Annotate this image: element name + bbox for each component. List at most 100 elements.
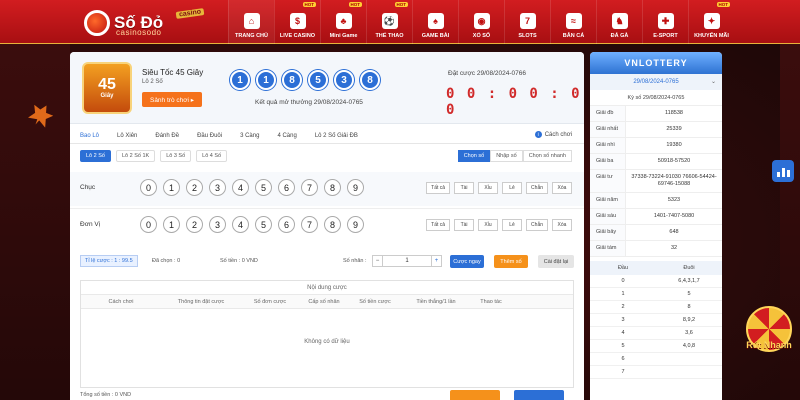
quick-select-button[interactable]: Lẻ [502, 182, 523, 194]
quick-select-button[interactable]: Xóa [552, 182, 572, 194]
nav-item[interactable]: $ LIVE CASINO HOT [274, 0, 320, 44]
mini-game-icon: ♣ [335, 13, 352, 29]
nav-item[interactable]: ✦ KHUYẾN MÃI HOT [688, 0, 734, 44]
nav-item-label: TRANG CHỦ [235, 33, 268, 39]
bet-now-button[interactable]: Cược ngay [450, 255, 484, 268]
reset-button[interactable]: Cài đặt lại [538, 255, 574, 268]
subtab-lo-type[interactable]: Lô 2 Số [80, 150, 111, 162]
nav-item[interactable]: ≈ BẮN CÁ [550, 0, 596, 44]
head-value: 3 [621, 317, 625, 323]
nav-item[interactable]: ♠ GAME BÀI [412, 0, 458, 44]
number-ball[interactable]: 4 [232, 216, 249, 233]
number-ball[interactable]: 4 [232, 179, 249, 196]
tab-bet-type[interactable]: 3 Càng [240, 133, 259, 139]
multiplier-input[interactable]: 1 [383, 255, 431, 267]
game-title: Siêu Tốc 45 Giây [142, 68, 204, 77]
nav-item[interactable]: ✚ E-SPORT [642, 0, 688, 44]
tab-bet-type[interactable]: 4 Càng [277, 133, 296, 139]
main-betting-panel: 45 Giây Siêu Tốc 45 Giây Lô 2 Số Sảnh tr… [70, 52, 584, 400]
hot-badge: HOT [394, 2, 408, 7]
quick-select-button[interactable]: Xóa [552, 219, 572, 231]
number-ball[interactable]: 1 [163, 179, 180, 196]
prize-value: 37338-73224-91030 76606-54424-69746-1508… [631, 174, 717, 187]
number-ball[interactable]: 8 [324, 216, 341, 233]
quick-select-button[interactable]: Tài [454, 182, 475, 194]
subtab-lo-type[interactable]: Lô 2 Số 1K [115, 150, 156, 162]
number-ball[interactable]: 1 [163, 216, 180, 233]
head-tail-header: Đầu Đuôi [590, 261, 722, 275]
nav-item[interactable]: ⌂ TRANG CHỦ [228, 0, 274, 44]
number-ball[interactable]: 2 [186, 216, 203, 233]
multiplier-increase-button[interactable]: + [431, 255, 442, 267]
number-ball[interactable]: 0 [140, 179, 157, 196]
prize-value: 32 [670, 245, 678, 251]
game-lobby-button[interactable]: Sảnh trò chơi ▸ [142, 92, 202, 107]
number-ball[interactable]: 3 [209, 216, 226, 233]
tab-bet-type[interactable]: Đầu Đuôi [197, 133, 222, 139]
prize-value: 19380 [666, 142, 682, 148]
selection-mode-option[interactable]: Chọn số [457, 150, 491, 162]
subtab-lo-type[interactable]: Lô 3 Số [160, 150, 192, 162]
quick-select-button[interactable]: Xỉu [478, 219, 499, 231]
bet-table-column-header: Cấp số nhân [308, 298, 340, 305]
selection-mode-option[interactable]: Nhập số [490, 150, 523, 162]
number-ball[interactable]: 0 [140, 216, 157, 233]
period-select[interactable]: 29/08/2024-0765 ⌄ [590, 74, 722, 90]
prize-label: Giải đb [590, 106, 626, 121]
nav-item[interactable]: ⚽ THỂ THAO HOT [366, 0, 412, 44]
number-ball[interactable]: 5 [255, 216, 272, 233]
nav-item[interactable]: ♞ ĐÁ GÀ [596, 0, 642, 44]
result-ball: 1 [230, 70, 250, 90]
units-row: Đơn Vị 0123456789 Tất cả Tài Xỉu Lẻ Chẵn Xóa [70, 208, 584, 242]
nav-item[interactable]: ◉ XỔ SỐ [458, 0, 504, 44]
number-ball[interactable]: 2 [186, 179, 203, 196]
selection-mode-option[interactable]: Chọn số nhanh [522, 150, 572, 162]
number-ball[interactable]: 7 [301, 179, 318, 196]
tab-bet-type[interactable]: Lô Xiên [117, 133, 137, 139]
number-ball[interactable]: 6 [278, 179, 295, 196]
nav-item[interactable]: ♣ Mini Game HOT [320, 0, 366, 44]
head-value: 5 [621, 343, 625, 349]
prize-label: Giải nhất [590, 122, 626, 137]
units-quick-select: Tất cả Tài Xỉu Lẻ Chẵn Xóa [426, 219, 572, 231]
home-icon: ⌂ [243, 13, 260, 29]
prize-value: 118538 [665, 110, 683, 116]
tab-bet-type[interactable]: Đánh Đề [155, 133, 179, 139]
bet-content-table: Nội dung cược Cách chơi Thông tin đặt cượ… [80, 280, 574, 388]
site-logo[interactable]: Số Đỏ casinosodo casino [84, 8, 214, 38]
prize-row: Giải ba 50918-57520 [590, 154, 722, 170]
quick-select-button[interactable]: Tài [454, 219, 475, 231]
number-ball[interactable]: 3 [209, 179, 226, 196]
quick-select-button[interactable]: Tất cả [426, 182, 451, 194]
quick-select-button[interactable]: Chẵn [526, 182, 548, 194]
number-ball[interactable]: 5 [255, 179, 272, 196]
tab-bet-type[interactable]: Lô 2 Số Giải ĐB [315, 133, 358, 139]
number-ball[interactable]: 9 [347, 179, 364, 196]
footer-blue-button[interactable] [514, 390, 564, 400]
number-ball[interactable]: 6 [278, 216, 295, 233]
head-tail-row: 7 [590, 366, 722, 379]
quick-select-button[interactable]: Xỉu [478, 182, 499, 194]
hot-badge: HOT [302, 2, 316, 7]
add-number-button[interactable]: Thêm số [494, 255, 528, 268]
number-ball[interactable]: 9 [347, 216, 364, 233]
quick-withdraw-promo[interactable]: Rút Nhanh [740, 300, 798, 396]
stats-chart-button[interactable] [772, 160, 794, 182]
nav-item[interactable]: 7 SLOTS [504, 0, 550, 44]
tail-value: 3,6 [685, 330, 693, 336]
quick-select-button[interactable]: Tất cả [426, 219, 451, 231]
tens-label: Chục [80, 184, 96, 191]
how-to-play-label: Cách chơi [544, 131, 572, 138]
quick-select-button[interactable]: Lẻ [502, 219, 523, 231]
bet-type-tabs: Bao Lô Lô Xiên Đánh Đề Đầu Đuôi 3 Càng 4 Càng… [70, 128, 584, 144]
footer-orange-button[interactable] [450, 390, 500, 400]
number-ball[interactable]: 7 [301, 216, 318, 233]
how-to-play-link[interactable]: i Cách chơi [534, 131, 572, 138]
number-ball[interactable]: 8 [324, 179, 341, 196]
multiplier-decrease-button[interactable]: − [372, 255, 383, 267]
tab-bet-type[interactable]: Bao Lô [80, 133, 99, 139]
prize-label: Giải nhì [590, 138, 626, 153]
thumbnail-number: 45 [98, 76, 116, 93]
quick-select-button[interactable]: Chẵn [526, 219, 548, 231]
subtab-lo-type[interactable]: Lô 4 Số [196, 150, 228, 162]
